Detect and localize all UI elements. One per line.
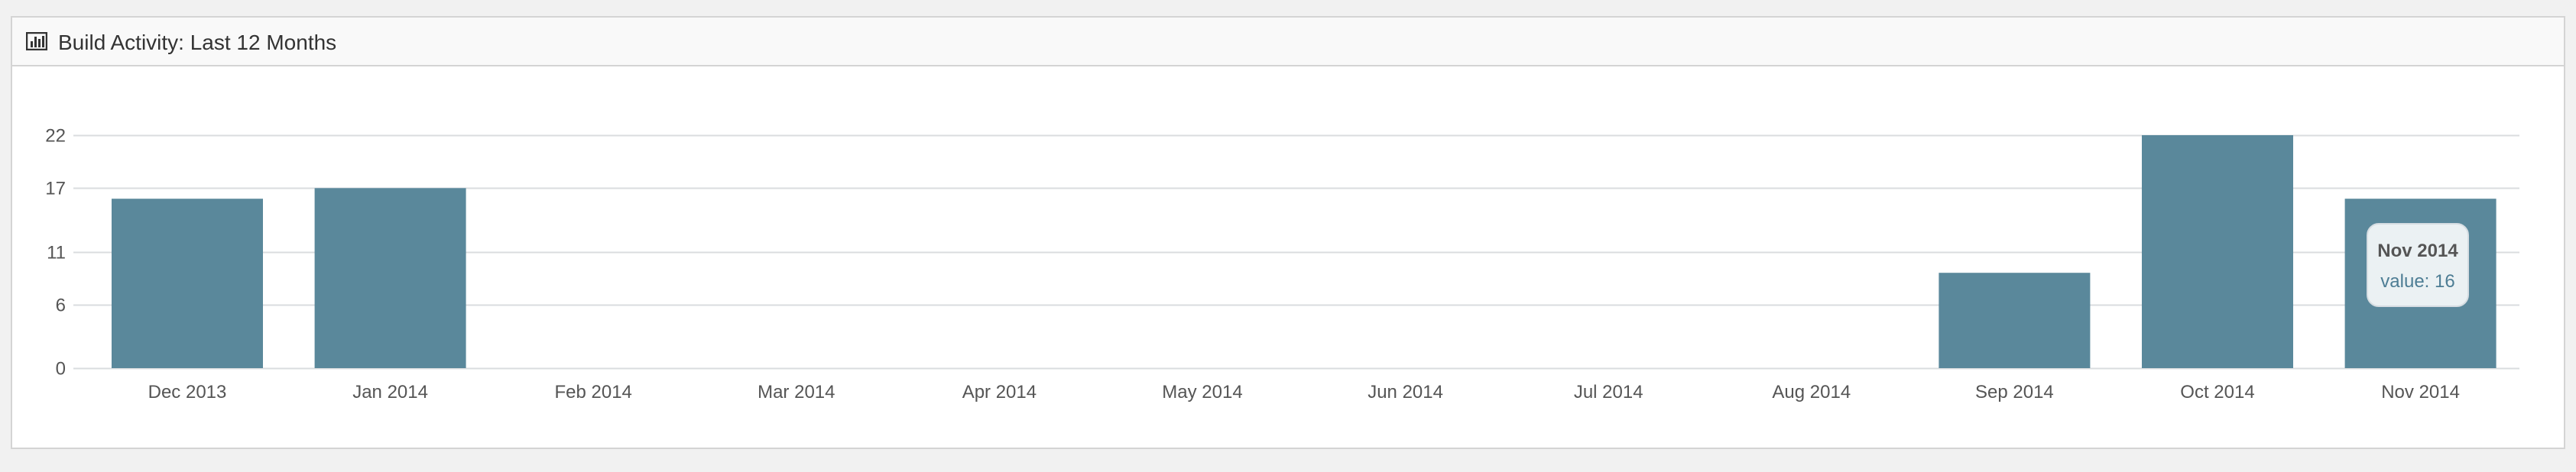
bar-tooltip: Nov 2014 value: 16 [2367,223,2469,307]
x-tick-label: Aug 2014 [1772,382,1851,402]
x-tick-label: Feb 2014 [554,382,631,402]
x-tick-label: Oct 2014 [2180,382,2254,402]
x-tick-label: Jul 2014 [1574,382,1643,402]
x-tick-label: Dec 2013 [148,382,227,402]
x-tick-label: Mar 2014 [758,382,835,402]
x-tick-label: Jun 2014 [1367,382,1443,402]
y-tick-label: 6 [56,296,66,316]
x-tick-label: May 2014 [1162,382,1242,402]
y-tick-label: 0 [56,359,66,380]
y-tick-label: 22 [45,126,66,147]
bar[interactable] [1938,273,2091,368]
x-tick-label: Nov 2014 [2381,382,2460,402]
x-tick-label: Jan 2014 [352,382,428,402]
bar[interactable] [314,188,466,368]
y-tick-label: 17 [45,179,66,199]
x-tick-label: Sep 2014 [1975,382,2054,402]
tooltip-title: Nov 2014 [2377,241,2458,261]
x-axis-labels: Dec 2013 Jan 2014 Feb 2014 Mar 2014 Apr 2014… [148,382,2460,402]
bar[interactable] [2142,135,2293,368]
y-tick-label: 11 [47,243,66,263]
x-tick-label: Apr 2014 [962,382,1037,402]
tooltip-value: value: 16 [2380,271,2455,292]
bar-chart: 0 6 11 17 22 Dec 2013 Jan 2014 Feb 2014 Mar 201… [45,126,2519,402]
bar[interactable] [112,199,263,368]
y-axis-ticks: 0 6 11 17 22 [45,126,66,380]
